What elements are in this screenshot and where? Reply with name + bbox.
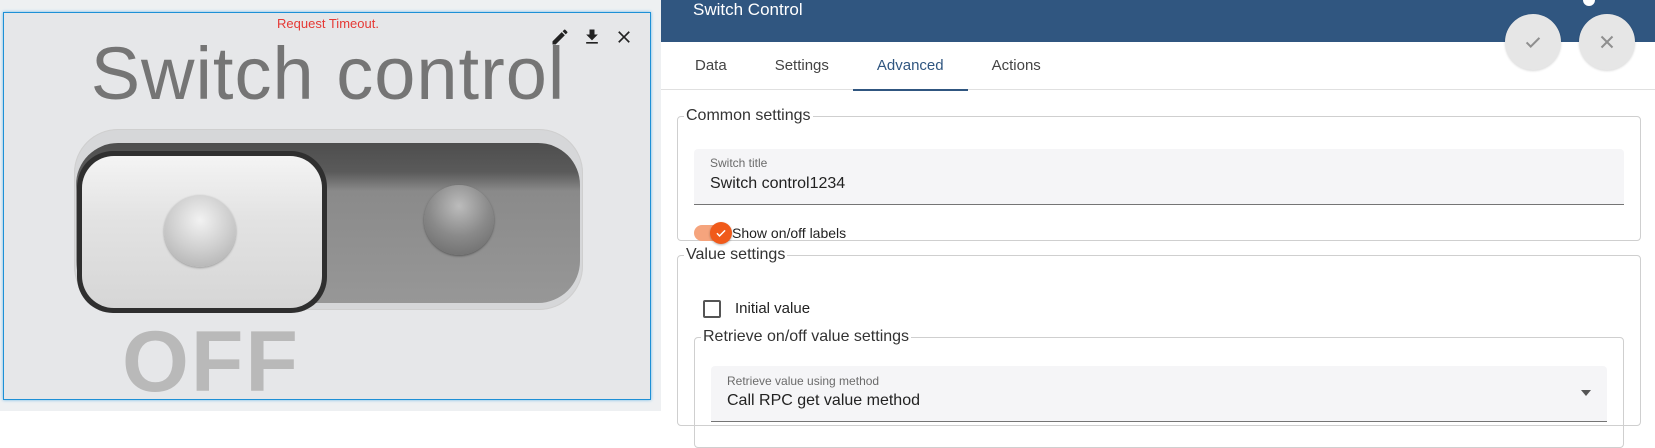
tab-actions[interactable]: Actions [968,42,1065,90]
switch-state-label: OFF [122,314,300,400]
switch-thumb-face [82,156,322,308]
initial-value-label: Initial value [735,300,811,317]
common-settings-section: Common settings Switch title Show on/off… [677,107,1641,244]
retrieve-settings-legend: Retrieve on/off value settings [703,328,910,345]
value-settings-legend: Value settings [686,246,786,263]
toggle-thumb [710,222,732,244]
tab-settings[interactable]: Settings [751,42,853,90]
switch-widget[interactable]: Request Timeout. Switch control OFF [3,12,651,400]
switch-title-label: Switch title [710,156,768,170]
retrieve-settings-section: Retrieve on/off value settings Retrieve … [694,328,1624,448]
initial-value-checkbox[interactable] [703,300,721,318]
switch-title-input[interactable] [710,175,1590,193]
retrieve-method-value: Call RPC get value method [727,392,920,409]
switch-thumb[interactable] [77,151,327,313]
switch-title: Switch control [90,32,566,115]
show-labels-label: Show on/off labels [732,225,847,241]
retrieve-method-select[interactable]: Retrieve value using method Call RPC get… [711,366,1607,422]
panel-title: Switch Control [693,0,803,19]
check-icon [716,229,726,237]
switch-on-knob [424,185,494,255]
settings-tabs: Data Settings Advanced Actions [661,42,1655,91]
common-settings-legend: Common settings [686,107,811,124]
switch-title-field[interactable]: Switch title [694,149,1624,205]
switch-thumb-knob [164,195,236,267]
tab-data[interactable]: Data [671,42,751,90]
show-labels-toggle[interactable] [694,222,732,244]
value-settings-section: Value settings Initial value Retrieve on… [677,246,1641,448]
retrieve-method-label: Retrieve value using method [727,374,880,388]
help-icon[interactable] [1583,0,1595,6]
chevron-down-icon [1581,390,1591,396]
tab-advanced[interactable]: Advanced [852,42,968,91]
widget-settings-panel: Switch Control Data Settings Advanced Ac… [661,0,1655,448]
widget-preview-area: Request Timeout. Switch control OFF [0,0,661,411]
